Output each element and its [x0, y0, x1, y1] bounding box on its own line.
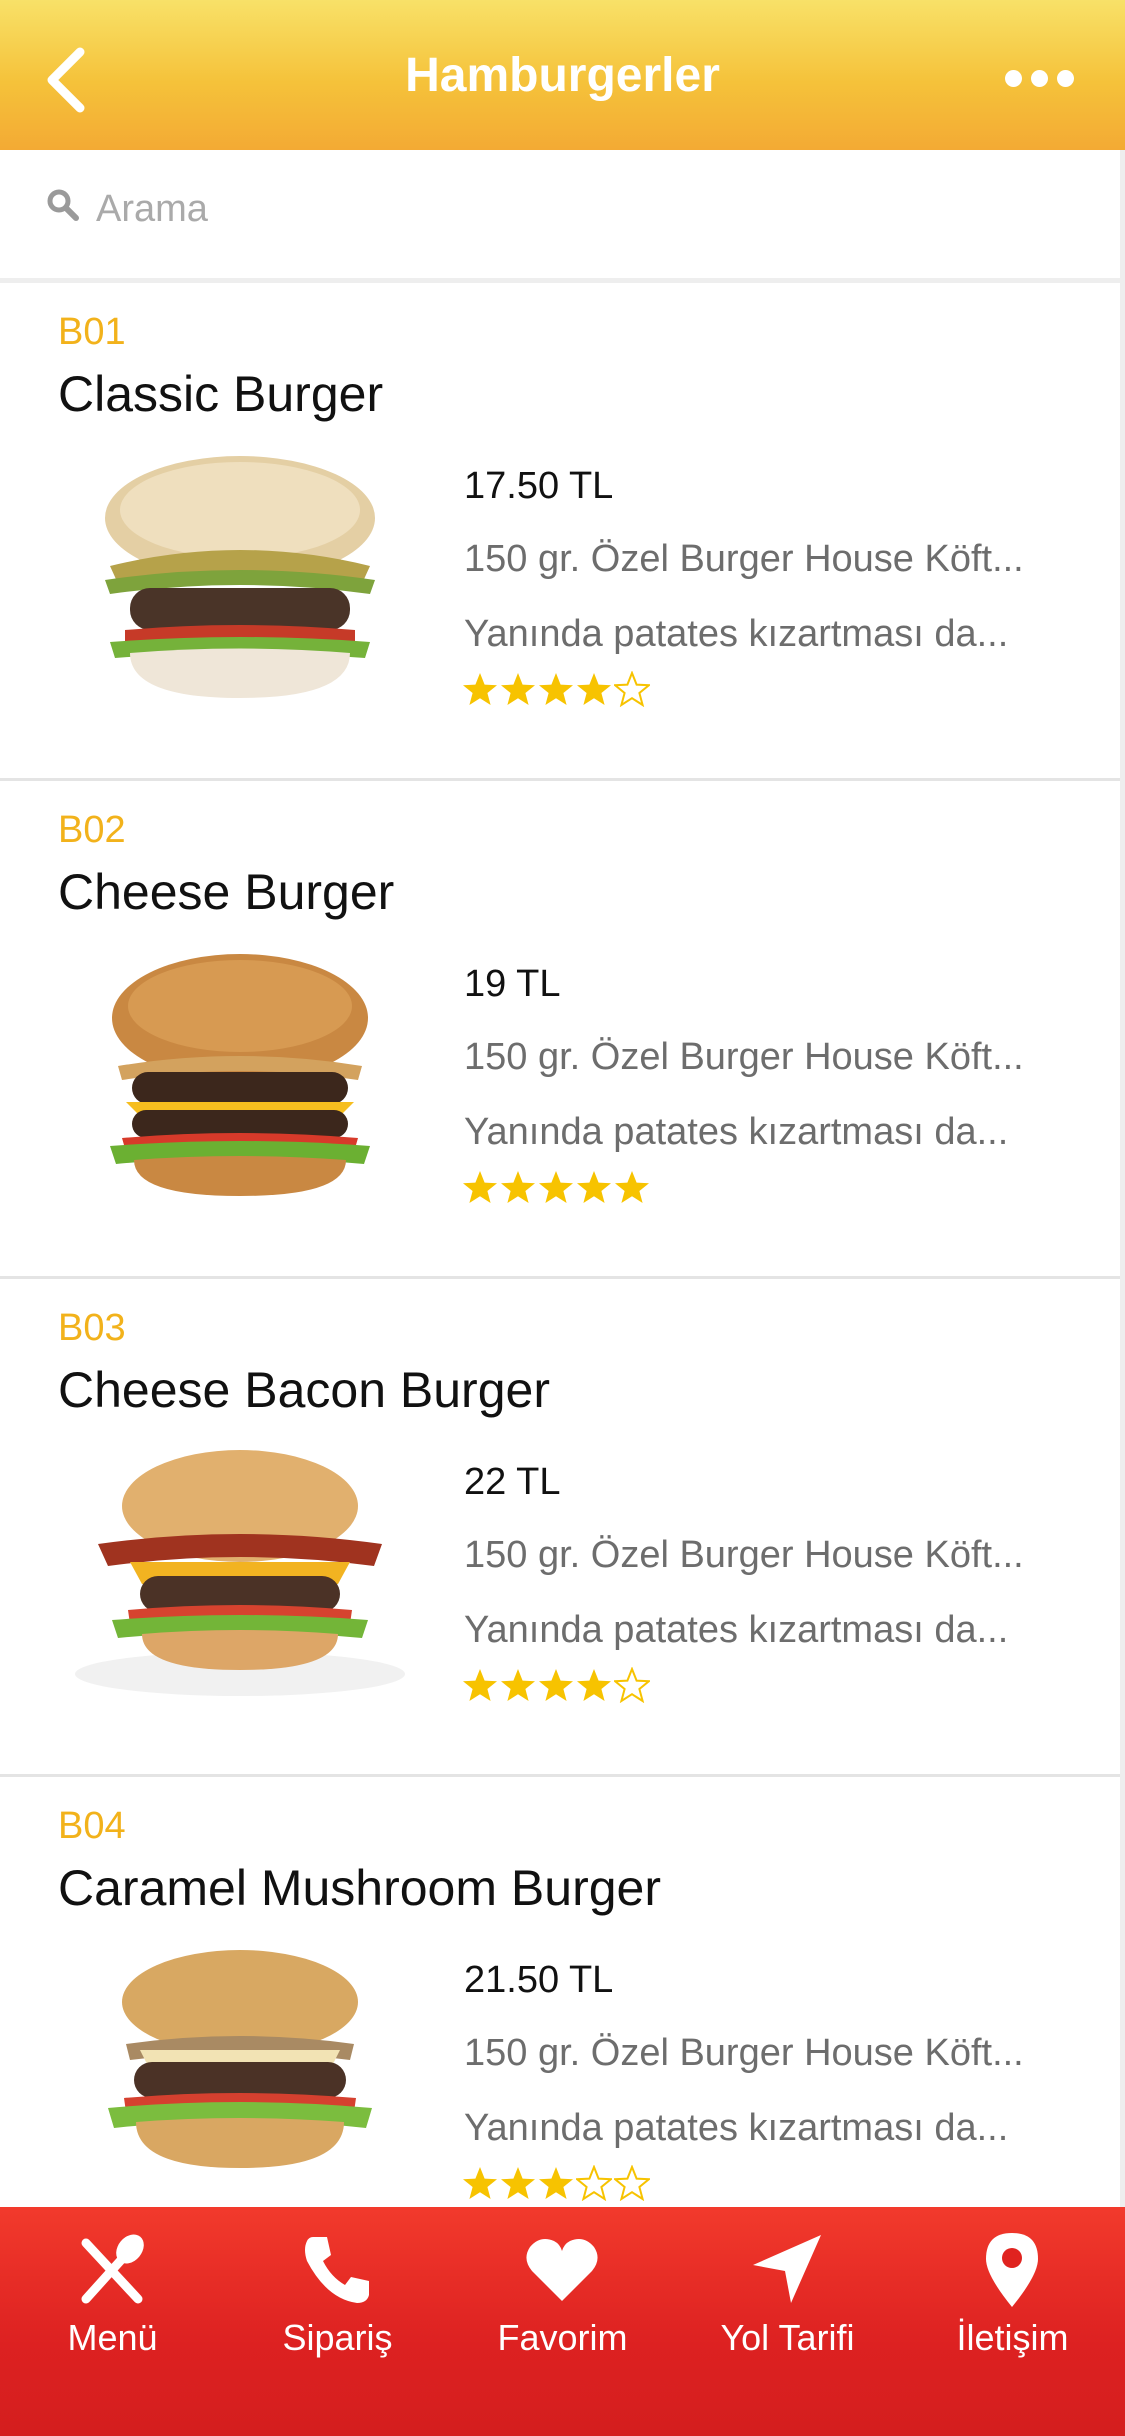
tab-menu[interactable]: Menü — [0, 2207, 225, 2407]
product-code: B01 — [58, 311, 126, 353]
fork-spoon-icon — [81, 2234, 144, 2304]
product-description: 150 gr. Özel Burger House Köft... — [464, 2032, 1024, 2074]
product-name: Cheese Bacon Burger — [58, 1362, 550, 1418]
star-empty-icon — [614, 1667, 650, 1703]
tab-label: Favorim — [497, 2317, 628, 2358]
product-description: 150 gr. Özel Burger House Köft... — [464, 538, 1024, 580]
product-list: B01 Classic Burger 17.50 TL 150 gr. Özel… — [0, 283, 1125, 2275]
product-side-note: Yanında patates kızartması da... — [464, 2107, 1009, 2149]
tab-label: Menü — [67, 2317, 158, 2358]
star-filled-icon — [501, 673, 535, 705]
product-code: B04 — [58, 1805, 126, 1847]
map-pin-icon — [986, 2233, 1038, 2307]
tab-directions[interactable]: Yol Tarifi — [675, 2207, 900, 2407]
burger-image — [105, 456, 375, 698]
product-name: Caramel Mushroom Burger — [58, 1860, 661, 1916]
star-filled-icon — [539, 1171, 573, 1203]
star-filled-icon — [501, 1669, 535, 1701]
product-side-note: Yanında patates kızartması da... — [464, 1111, 1009, 1153]
rating-stars — [462, 1667, 652, 1707]
star-filled-icon — [577, 673, 611, 705]
burger-image — [108, 1950, 372, 2168]
product-name: Cheese Burger — [58, 864, 395, 920]
bottom-tab-bar: Menü Sipariş Favorim Yol Tarifi İletişim — [0, 2207, 1125, 2436]
top-bar: Hamburgerler — [0, 0, 1125, 150]
star-filled-icon — [577, 1669, 611, 1701]
burger-image — [75, 1450, 405, 1696]
search-bar — [0, 150, 1125, 283]
product-price: 22 TL — [464, 1461, 561, 1503]
search-icon — [47, 189, 79, 221]
list-item[interactable]: B04 Caramel Mushroom Burger 21.50 TL 150… — [0, 1777, 1120, 2275]
rating-stars — [462, 671, 652, 711]
product-side-note: Yanında patates kızartması da... — [464, 1609, 1009, 1651]
heart-icon — [526, 2239, 598, 2301]
product-code: B02 — [58, 809, 126, 851]
star-empty-icon — [614, 2165, 650, 2201]
product-side-note: Yanında patates kızartması da... — [464, 613, 1009, 655]
product-name: Classic Burger — [58, 366, 384, 422]
list-item[interactable]: B01 Classic Burger 17.50 TL 150 gr. Özel… — [0, 283, 1120, 781]
phone-icon — [305, 2237, 369, 2303]
star-filled-icon — [463, 1171, 497, 1203]
tab-contact[interactable]: İletişim — [900, 2207, 1125, 2407]
list-item[interactable]: B02 Cheese Burger 19 TL 150 gr. Özel Bur… — [0, 781, 1120, 1279]
product-price: 19 TL — [464, 963, 561, 1005]
burger-image — [110, 954, 370, 1196]
product-price: 21.50 TL — [464, 1959, 614, 2001]
star-filled-icon — [577, 1171, 611, 1203]
rating-stars — [462, 1169, 652, 1209]
more-button[interactable] — [995, 60, 1085, 100]
tab-favorites[interactable]: Favorim — [450, 2207, 675, 2407]
star-filled-icon — [463, 673, 497, 705]
tab-label: Yol Tarifi — [720, 2317, 855, 2358]
product-description: 150 gr. Özel Burger House Köft... — [464, 1534, 1024, 1576]
star-filled-icon — [501, 2167, 535, 2199]
star-filled-icon — [615, 1171, 649, 1203]
more-dots-icon — [1005, 70, 1022, 87]
star-filled-icon — [539, 2167, 573, 2199]
search-input[interactable] — [94, 178, 1078, 240]
tab-label: Sipariş — [282, 2317, 393, 2358]
navigation-arrow-icon — [753, 2235, 821, 2303]
star-filled-icon — [539, 1669, 573, 1701]
star-filled-icon — [463, 2167, 497, 2199]
star-filled-icon — [501, 1171, 535, 1203]
tab-order[interactable]: Sipariş — [225, 2207, 450, 2407]
star-empty-icon — [576, 2165, 612, 2201]
product-price: 17.50 TL — [464, 465, 614, 507]
rating-stars — [462, 2165, 652, 2205]
product-description: 150 gr. Özel Burger House Köft... — [464, 1036, 1024, 1078]
star-empty-icon — [614, 671, 650, 707]
tab-label: İletişim — [956, 2317, 1069, 2358]
page-title: Hamburgerler — [405, 49, 720, 102]
product-code: B03 — [58, 1307, 126, 1349]
list-item[interactable]: B03 Cheese Bacon Burger 22 TL 150 gr. Öz… — [0, 1279, 1120, 1777]
star-filled-icon — [463, 1669, 497, 1701]
star-filled-icon — [539, 673, 573, 705]
